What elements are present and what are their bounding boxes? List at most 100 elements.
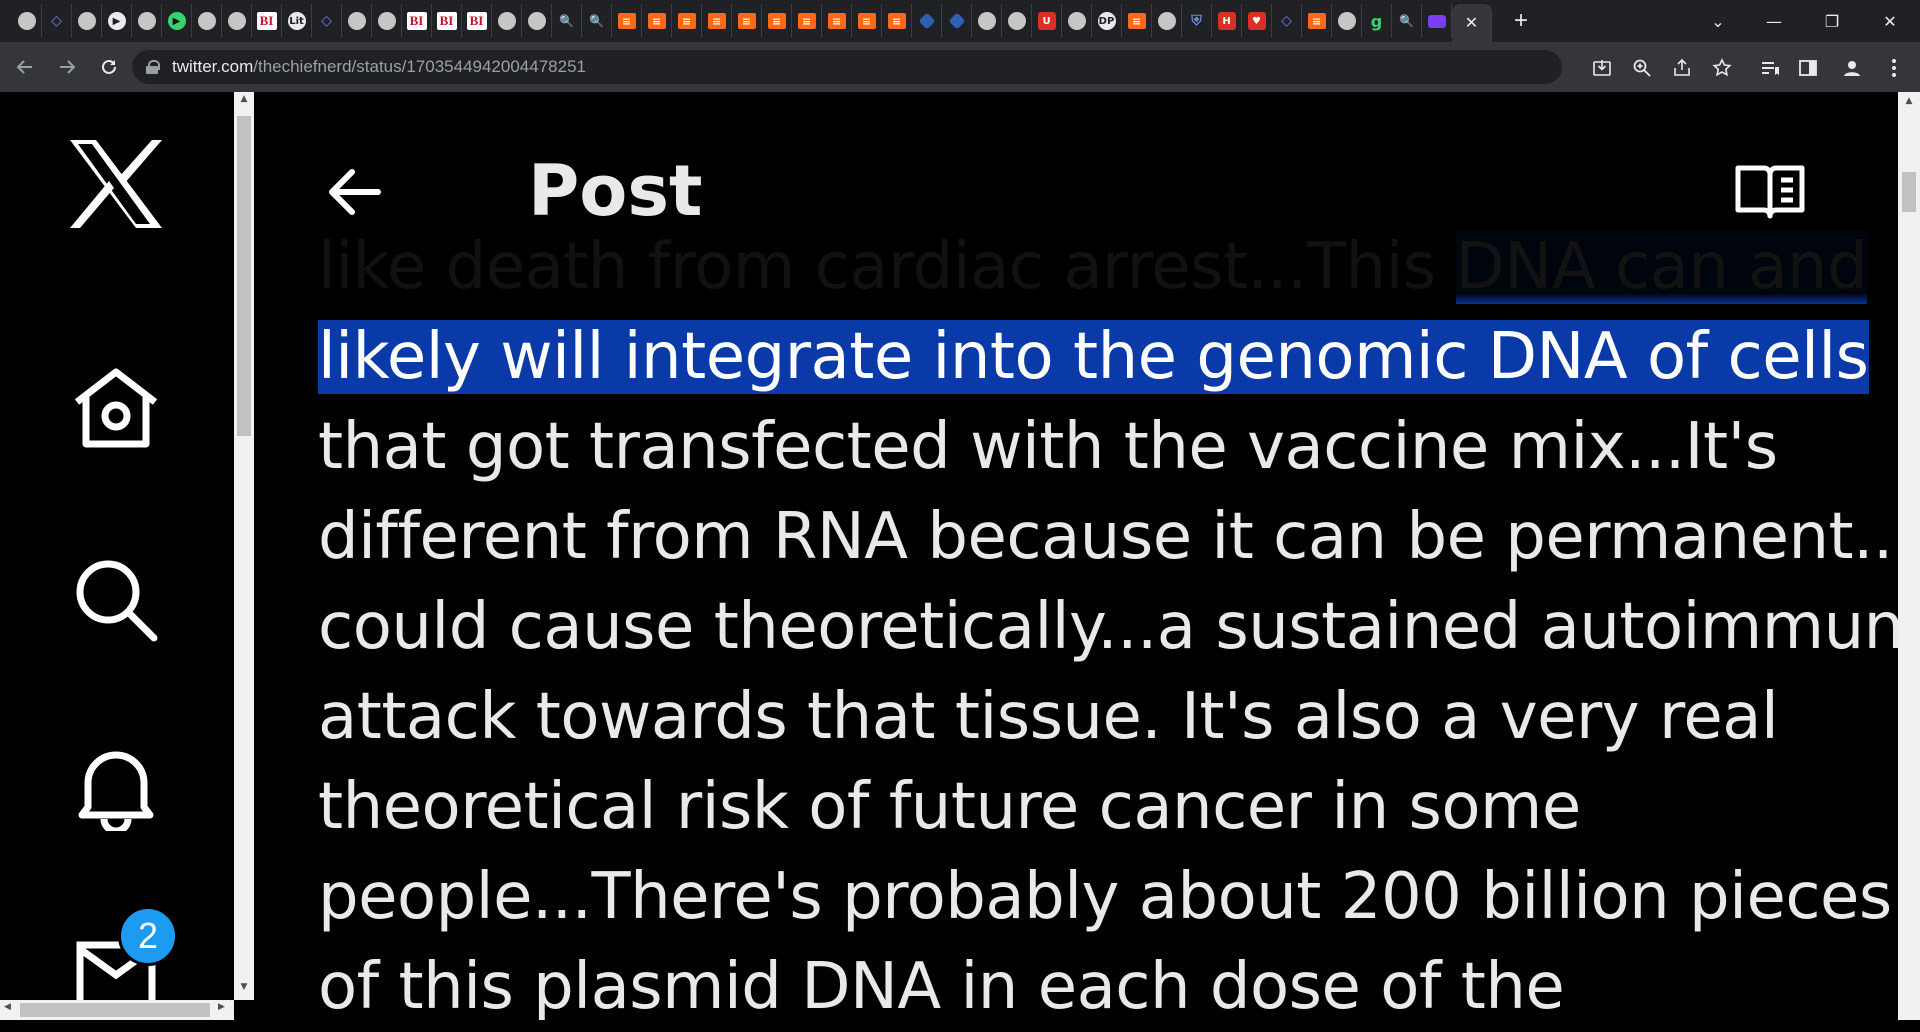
browser-tab[interactable]: ≡ [882, 4, 912, 38]
side-panel-icon[interactable] [1796, 56, 1820, 80]
post-text-segment: different from RNA because it can be per… [318, 500, 1898, 574]
active-tab[interactable]: ✕ [1452, 4, 1492, 42]
browser-tab[interactable]: ≡ [672, 4, 702, 38]
browser-tab[interactable]: BI [252, 4, 282, 38]
close-window-button[interactable]: ✕ [1862, 0, 1918, 42]
post-text-line: attack towards that tissue. It's also a … [318, 672, 1858, 762]
bookmark-star-icon[interactable] [1710, 56, 1734, 80]
browser-tab[interactable] [942, 4, 972, 38]
browser-tab[interactable]: ≡ [792, 4, 822, 38]
page-scrollbar-thumb[interactable] [1902, 172, 1916, 212]
browser-tab[interactable] [222, 4, 252, 38]
browser-tab[interactable] [1152, 4, 1182, 38]
page-scroll-up-arrow-icon[interactable]: ▲ [1898, 96, 1920, 110]
scroll-up-arrow-icon[interactable]: ▲ [234, 94, 254, 110]
browser-tab[interactable]: U [1032, 4, 1062, 38]
browser-tab[interactable]: ≡ [612, 4, 642, 38]
address-bar[interactable]: twitter.com/thechiefnerd/status/17035449… [132, 50, 1562, 84]
menu-kebab-icon[interactable] [1882, 56, 1906, 80]
scroll-right-arrow-icon[interactable]: ▶ [218, 1002, 232, 1012]
horizontal-scrollbar-thumb[interactable] [20, 1003, 210, 1017]
browser-tab[interactable]: g [1362, 4, 1392, 38]
browser-tab[interactable] [912, 4, 942, 38]
browser-tab[interactable] [12, 4, 42, 38]
zoom-icon[interactable] [1630, 56, 1654, 80]
browser-tab[interactable]: ◇ [1272, 4, 1302, 38]
post-text-segment: of this plasmid DNA in each dose of the [318, 950, 1565, 1020]
browser-tab[interactable]: ≡ [1122, 4, 1152, 38]
browser-tab[interactable]: H [1212, 4, 1242, 38]
home-icon[interactable] [64, 356, 168, 460]
reading-list-icon[interactable] [1758, 56, 1782, 80]
browser-tab[interactable]: ◇ [312, 4, 342, 38]
browser-tab[interactable]: ▶ [162, 4, 192, 38]
bi-favicon-icon: BI [466, 12, 487, 30]
browser-tab[interactable]: 🔍 [1392, 4, 1422, 38]
browser-tab[interactable]: ⛨ [1182, 4, 1212, 38]
browser-tab[interactable]: ♥ [1242, 4, 1272, 38]
close-tab-icon[interactable]: ✕ [1465, 13, 1478, 33]
browser-tab[interactable] [342, 4, 372, 38]
search-favicon-icon: 🔍 [1399, 14, 1414, 28]
browser-tab[interactable]: BI [462, 4, 492, 38]
selected-text-highlight: likely will integrate into the genomic D… [318, 320, 1869, 394]
browser-tab[interactable]: ≡ [732, 4, 762, 38]
browser-tab[interactable] [1422, 4, 1452, 38]
forward-button[interactable] [50, 50, 84, 84]
red-favicon-icon: ♥ [1247, 12, 1266, 30]
tab-search-chevron-icon[interactable]: ⌄ [1690, 0, 1746, 42]
url-text[interactable]: twitter.com/thechiefnerd/status/17035449… [172, 57, 586, 77]
browser-tab[interactable]: ≡ [642, 4, 672, 38]
browser-tab[interactable]: ≡ [762, 4, 792, 38]
sub-favicon-icon: ≡ [827, 13, 846, 29]
sidebar-horizontal-scrollbar[interactable]: ◀ ▶ [0, 1000, 234, 1020]
shield-favicon-icon: ◇ [321, 13, 332, 29]
browser-tab[interactable] [492, 4, 522, 38]
notifications-bell-icon[interactable] [64, 736, 168, 840]
post-text-line: of this plasmid DNA in each dose of the [318, 942, 1858, 1020]
browser-tab[interactable] [1062, 4, 1092, 38]
browser-tab[interactable]: 🔍 [582, 4, 612, 38]
browser-tab[interactable]: ◇ [42, 4, 72, 38]
browser-tab[interactable]: DP [1092, 4, 1122, 38]
scroll-left-arrow-icon[interactable]: ◀ [4, 1002, 18, 1012]
browser-tab[interactable] [1002, 4, 1032, 38]
sidebar-scrollbar[interactable]: ▲ ▼ [234, 92, 254, 1000]
browser-tab[interactable] [132, 4, 162, 38]
browser-tab[interactable] [522, 4, 552, 38]
browser-tab[interactable]: ≡ [1302, 4, 1332, 38]
browser-tab[interactable]: 🔍 [552, 4, 582, 38]
new-tab-button[interactable]: + [1506, 7, 1536, 35]
x-logo-icon[interactable] [64, 132, 168, 236]
page-scrollbar[interactable]: ▲ [1898, 92, 1920, 1020]
browser-tab[interactable] [1332, 4, 1362, 38]
post-text[interactable]: like death from cardiac arrest...This DN… [318, 222, 1898, 1020]
shield-favicon-icon: ⛨ [1191, 13, 1202, 29]
scrollbar-thumb[interactable] [237, 116, 251, 436]
browser-tab[interactable]: ≡ [702, 4, 732, 38]
browser-tab[interactable]: BI [432, 4, 462, 38]
browser-tab[interactable]: ≡ [822, 4, 852, 38]
browser-tab[interactable] [372, 4, 402, 38]
browser-tab[interactable] [72, 4, 102, 38]
browser-tab[interactable] [192, 4, 222, 38]
browser-tab[interactable] [972, 4, 1002, 38]
globe-favicon-icon [1067, 12, 1086, 30]
back-arrow-icon[interactable] [324, 162, 384, 222]
browser-tab[interactable]: ≡ [852, 4, 882, 38]
restore-button[interactable]: ❐ [1804, 0, 1860, 42]
search-icon[interactable] [64, 548, 168, 652]
profile-icon[interactable] [1840, 56, 1864, 80]
reload-button[interactable] [92, 50, 126, 84]
share-icon[interactable] [1670, 56, 1694, 80]
scroll-down-arrow-icon[interactable]: ▼ [234, 982, 254, 998]
lock-icon[interactable] [146, 60, 160, 74]
browser-tab[interactable]: Lit [282, 4, 312, 38]
browser-tab[interactable]: BI [402, 4, 432, 38]
browser-tab[interactable]: ▶ [102, 4, 132, 38]
red-favicon-icon: H [1217, 12, 1236, 30]
minimize-button[interactable]: — [1746, 0, 1802, 42]
back-button[interactable] [8, 50, 42, 84]
install-app-icon[interactable] [1590, 56, 1614, 80]
reader-mode-book-icon[interactable] [1734, 162, 1806, 222]
